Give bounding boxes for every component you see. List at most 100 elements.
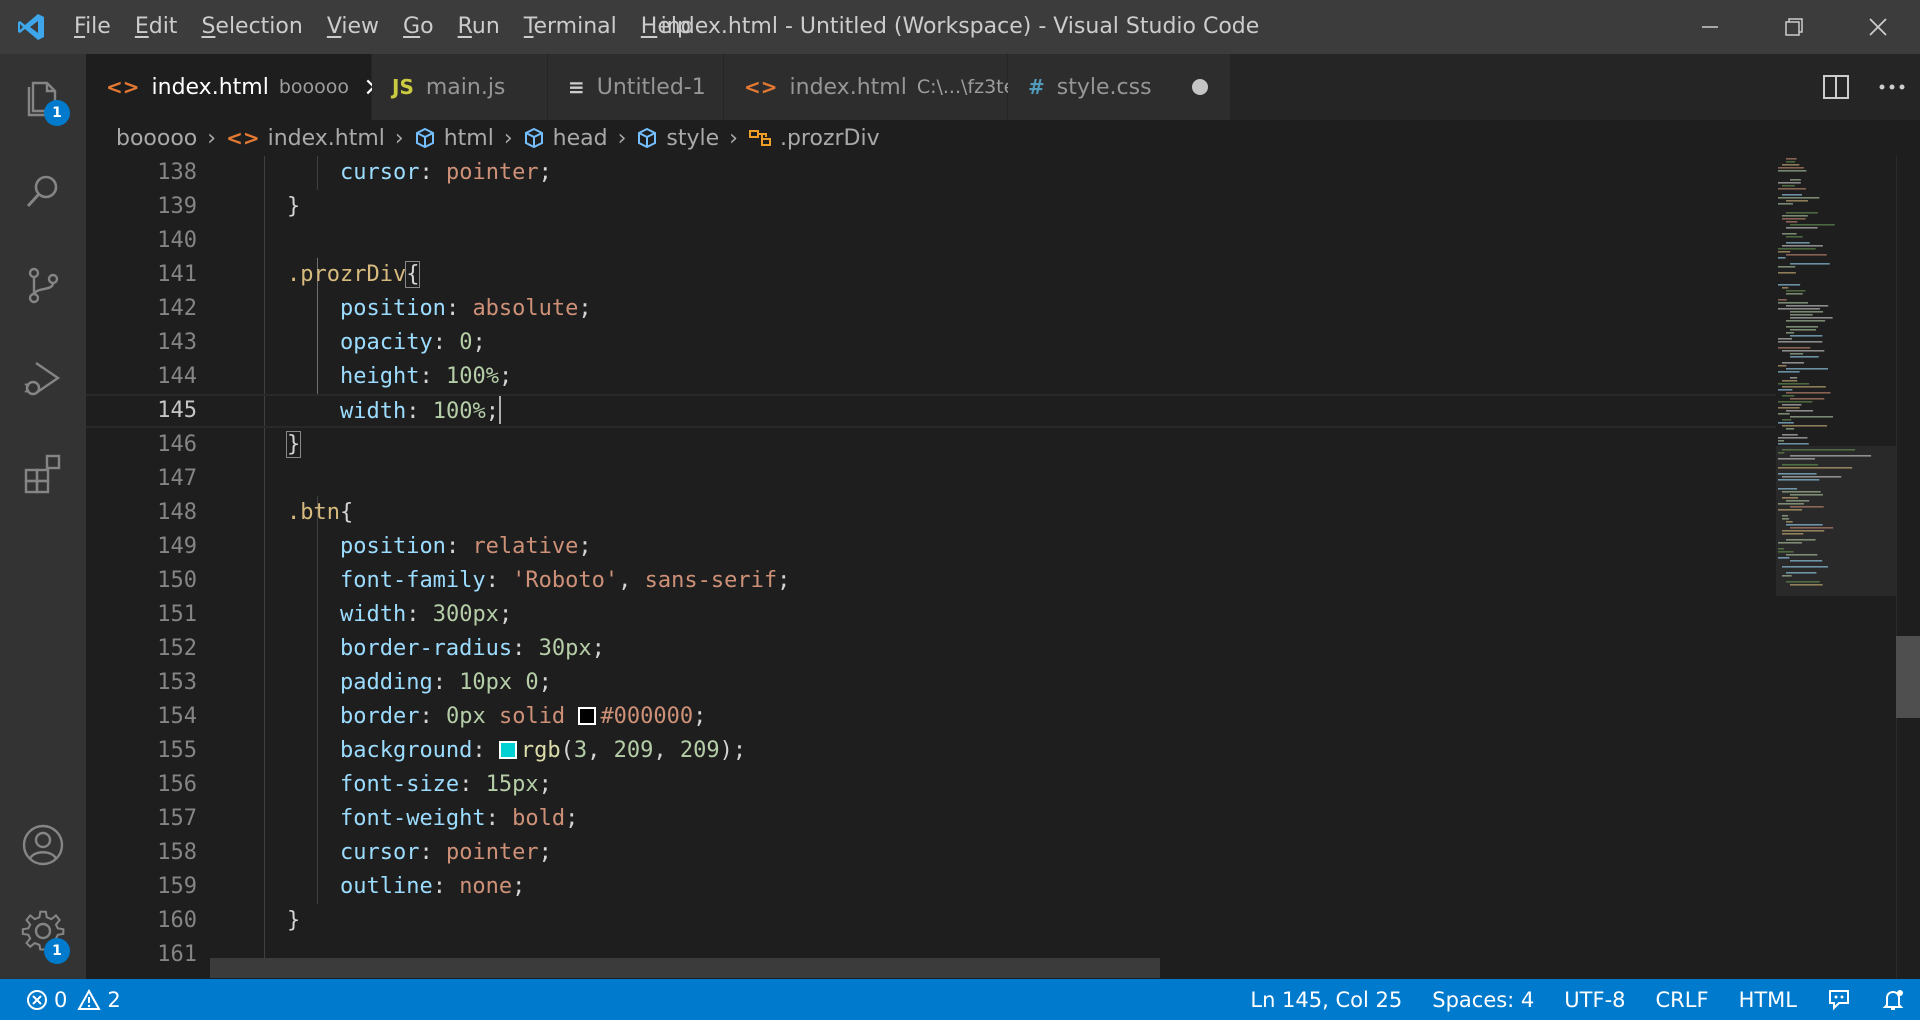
tab-main-js[interactable]: JS main.js (372, 54, 548, 120)
more-actions-button[interactable] (1864, 54, 1920, 120)
code-token: 10px 0 (459, 670, 539, 695)
minimap-line (1778, 203, 1793, 205)
code-token: ; (538, 840, 552, 865)
explorer-button[interactable]: 1 (0, 54, 86, 140)
cursor-position[interactable]: Ln 145, Col 25 (1235, 979, 1417, 1020)
code-line: 157 font-weight: bold; (86, 802, 1776, 836)
line-number: 153 (157, 670, 197, 695)
unsaved-dot-icon[interactable] (1191, 79, 1208, 95)
encoding[interactable]: UTF-8 (1549, 979, 1640, 1020)
minimap-line (1782, 404, 1802, 406)
file-type-icon: JS (392, 75, 414, 99)
minimap-line (1782, 164, 1800, 166)
minimap-line (1778, 548, 1785, 550)
horizontal-scrollbar[interactable] (210, 958, 1160, 978)
tab-index-html[interactable]: <>index.htmlbooooo× (86, 54, 385, 120)
menu-mnemonic: V (326, 14, 342, 39)
menu-item-file[interactable]: File (62, 0, 123, 54)
tab-style-css[interactable]: # style.css (1008, 54, 1231, 120)
chevron-right-icon: › (729, 125, 738, 151)
vertical-scrollbar[interactable] (1896, 156, 1920, 979)
code-line: 147 (86, 462, 1776, 496)
line-code: position: absolute; (234, 292, 592, 326)
search-button[interactable] (0, 148, 86, 234)
line-code: } (234, 428, 302, 462)
code-editor[interactable]: 138 cursor: pointer; 139 } 140 141 .prozrDi… (86, 156, 1920, 979)
source-control-button[interactable] (0, 242, 86, 328)
minimap-line (1778, 302, 1809, 304)
code-token: } (234, 908, 301, 933)
feedback-button[interactable] (1812, 979, 1866, 1020)
menu-item-terminal[interactable]: Terminal (512, 0, 629, 54)
code-token: : (459, 772, 486, 797)
color-swatch[interactable] (498, 741, 517, 759)
minimap-line (1778, 371, 1800, 373)
minimap-line (1786, 200, 1809, 202)
breadcrumb-html[interactable]: html (414, 126, 494, 151)
code-token: 300px (432, 602, 499, 627)
breadcrumb-selector[interactable]: .prozrDiv (748, 126, 880, 151)
menu-item-edit[interactable]: Edit (123, 0, 190, 54)
indentation[interactable]: Spaces: 4 (1417, 979, 1549, 1020)
run-debug-button[interactable] (0, 336, 86, 422)
minimap-line (1778, 383, 1810, 385)
tab-index-html[interactable]: <> index.html C:\...\fz3temp-2 (724, 54, 1065, 120)
minimize-button[interactable] (1668, 0, 1752, 54)
split-editor-button[interactable] (1808, 54, 1864, 120)
breadcrumb-folder[interactable]: booooo (116, 126, 197, 151)
accounts-button[interactable] (0, 802, 86, 888)
color-swatch[interactable] (578, 707, 597, 725)
tab-label: index.html (151, 74, 269, 100)
minimap-line (1786, 539, 1816, 541)
minimap-line (1778, 389, 1793, 391)
line-code: .prozrDiv{ (234, 258, 421, 292)
code-token: ; (485, 399, 499, 424)
manage-button[interactable]: 1 (0, 888, 86, 974)
vertical-scrollbar-thumb[interactable] (1896, 636, 1920, 718)
menu-item-selection[interactable]: Selection (189, 0, 314, 54)
code-token: ; (512, 874, 526, 899)
breadcrumb-file[interactable]: <> index.html (226, 126, 385, 151)
minimap-line (1778, 551, 1794, 553)
line-code: font-size: 15px; (234, 768, 552, 802)
code-token: ; (565, 806, 579, 831)
code-token: : (406, 602, 433, 627)
line-number: 146 (157, 432, 197, 457)
code-token: 0 (459, 330, 473, 355)
minimap-line (1778, 308, 1820, 310)
line-number: 147 (157, 466, 197, 491)
end-of-line[interactable]: CRLF (1641, 979, 1724, 1020)
menu-item-run[interactable]: Run (446, 0, 512, 54)
tab-description: booooo (278, 76, 349, 98)
problems-indicator[interactable]: 0 2 (26, 979, 136, 1020)
code-token: padding (339, 670, 433, 695)
restore-button[interactable] (1752, 0, 1836, 54)
breadcrumb-head[interactable]: head (523, 126, 608, 151)
minimap-line (1782, 350, 1825, 352)
minimap-line (1782, 185, 1795, 187)
code-token: ( (560, 738, 574, 763)
minimap-line (1790, 353, 1804, 355)
code-token: position (339, 534, 446, 559)
minimap-line (1778, 284, 1801, 286)
code-line: 138 cursor: pointer; (86, 156, 1776, 190)
notifications-button[interactable] (1866, 979, 1920, 1020)
minimap[interactable] (1776, 156, 1896, 979)
code-token: background (339, 738, 473, 763)
breadcrumb-style[interactable]: style (636, 126, 719, 151)
menu-item-view[interactable]: View (315, 0, 391, 54)
menu-item-go[interactable]: Go (391, 0, 446, 54)
line-number: 142 (157, 296, 197, 321)
error-icon (27, 989, 47, 1010)
code-token: width (339, 399, 407, 424)
menu-item-help[interactable]: Help (629, 0, 703, 54)
language-mode[interactable]: HTML (1724, 979, 1812, 1020)
close-window-button[interactable] (1836, 0, 1920, 54)
extensions-button[interactable] (0, 430, 86, 516)
code-line: 155 background: rgb(3, 209, 209); (86, 734, 1776, 768)
tab-untitled-1[interactable]: ≡ Untitled-1 (548, 54, 724, 120)
